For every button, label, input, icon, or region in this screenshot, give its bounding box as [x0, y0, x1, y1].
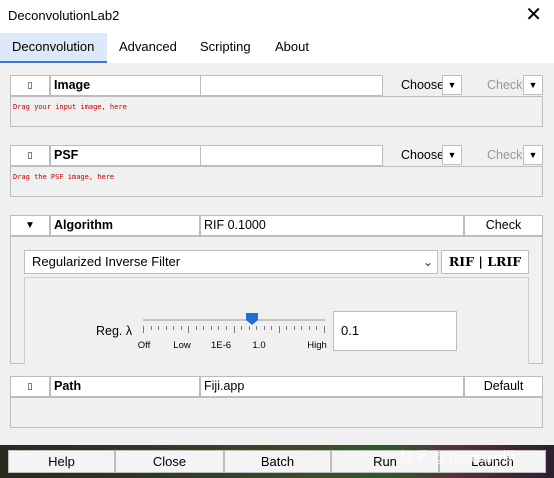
- slider-tick: [294, 326, 295, 330]
- slider-tick: [249, 326, 250, 330]
- slider-tick: [188, 326, 189, 333]
- reg-lambda-value-field[interactable]: 0.1: [333, 311, 457, 351]
- image-path-field[interactable]: [200, 75, 383, 96]
- algorithm-row: ▼ Algorithm RIF 0.1000 Check: [10, 215, 543, 236]
- slider-tick: [203, 326, 204, 330]
- path-label: Path: [50, 376, 200, 397]
- psf-choose-button[interactable]: Choose: [401, 145, 444, 166]
- psf-drop-hint: Drag the PSF image, here: [13, 173, 115, 181]
- slider-tick: [301, 326, 302, 330]
- slider-tick: [218, 326, 219, 330]
- psf-path-field[interactable]: [200, 145, 383, 166]
- path-default-button[interactable]: Default: [464, 376, 543, 397]
- slider-tick: [271, 326, 272, 330]
- psf-label: PSF: [50, 145, 209, 166]
- psf-expand-toggle[interactable]: ▯: [10, 145, 50, 166]
- slider-track: [143, 319, 325, 321]
- image-choose-dropdown-icon[interactable]: ▼: [442, 75, 462, 95]
- watermark-text: 知乎 @Treasure探: [400, 449, 516, 465]
- image-check-button[interactable]: Check: [487, 75, 522, 96]
- slider-tick: [279, 326, 280, 333]
- slider-tick: [256, 326, 257, 330]
- algorithm-select[interactable]: Regularized Inverse Filter ⌄: [24, 250, 438, 274]
- slider-tick: [181, 326, 182, 330]
- slider-tick: [196, 326, 197, 330]
- reg-lambda-slider[interactable]: Off Low 1E-6 1.0 High: [138, 312, 327, 352]
- slider-tick: [211, 326, 212, 330]
- tab-about[interactable]: About: [263, 33, 321, 63]
- path-drop-area: [10, 397, 543, 428]
- image-expand-toggle[interactable]: ▯: [10, 75, 50, 96]
- psf-check-button[interactable]: Check: [487, 145, 522, 166]
- slider-label-1e-6: 1E-6: [210, 340, 232, 351]
- reg-lambda-label: Reg. λ: [96, 324, 133, 338]
- tab-bar: Deconvolution Advanced Scripting About: [0, 33, 554, 63]
- algorithm-select-value: Regularized Inverse Filter: [32, 254, 181, 269]
- slider-ticks: [143, 326, 325, 334]
- slider-label-low: Low: [173, 340, 191, 351]
- slider-tick: [166, 326, 167, 330]
- tab-advanced[interactable]: Advanced: [107, 33, 189, 63]
- tab-deconvolution[interactable]: Deconvolution: [0, 33, 107, 63]
- slider-label-high: High: [307, 340, 327, 351]
- slider-tick: [173, 326, 174, 330]
- slider-tick: [309, 326, 310, 330]
- slider-tick: [226, 326, 227, 330]
- slider-tick: [316, 326, 317, 330]
- help-button[interactable]: Help: [8, 450, 115, 473]
- image-drop-hint: Drag your input image, here: [13, 103, 127, 111]
- slider-label-1-0: 1.0: [252, 340, 266, 351]
- psf-row: ▯ PSF Choose ▼ Check ▼: [10, 145, 543, 166]
- algorithm-collapse-toggle[interactable]: ▼: [10, 215, 50, 236]
- psf-drop-area[interactable]: Drag the PSF image, here: [10, 166, 543, 197]
- slider-tick: [158, 326, 159, 330]
- psf-choose-dropdown-icon[interactable]: ▼: [442, 145, 462, 165]
- batch-button[interactable]: Batch: [224, 450, 331, 473]
- image-choose-button[interactable]: Choose: [401, 75, 444, 96]
- slider-tick: [151, 326, 152, 330]
- image-row: ▯ Image Choose ▼ Check ▼: [10, 75, 543, 96]
- path-expand-toggle[interactable]: ▯: [10, 376, 50, 397]
- slider-label-off: Off: [137, 340, 151, 351]
- slider-thumb-icon[interactable]: [246, 313, 258, 325]
- close-window-icon[interactable]: ✕: [525, 4, 542, 26]
- algorithm-summary-field: RIF 0.1000: [200, 215, 464, 236]
- image-label: Image: [50, 75, 209, 96]
- algorithm-check-button[interactable]: Check: [464, 215, 543, 236]
- psf-check-dropdown-icon[interactable]: ▼: [523, 145, 543, 165]
- window-title: DeconvolutionLab2: [8, 8, 120, 23]
- slider-tick: [241, 326, 242, 330]
- image-check-dropdown-icon[interactable]: ▼: [523, 75, 543, 95]
- path-field[interactable]: Fiji.app: [200, 376, 464, 397]
- tab-scripting[interactable]: Scripting: [188, 33, 263, 63]
- slider-tick: [143, 326, 144, 333]
- close-button[interactable]: Close: [115, 450, 224, 473]
- path-row: ▯ Path Fiji.app Default: [10, 376, 543, 397]
- chevron-down-icon: ⌄: [422, 255, 433, 269]
- slider-tick: [324, 326, 325, 333]
- slider-tick: [264, 326, 265, 330]
- rif-lrif-button[interactable]: RIF | LRIF: [441, 250, 529, 274]
- algorithm-label: Algorithm: [50, 215, 200, 236]
- image-drop-area[interactable]: Drag your input image, here: [10, 96, 543, 127]
- slider-tick: [234, 326, 235, 333]
- slider-tick: [286, 326, 287, 330]
- title-bar: DeconvolutionLab2 ✕: [0, 0, 554, 33]
